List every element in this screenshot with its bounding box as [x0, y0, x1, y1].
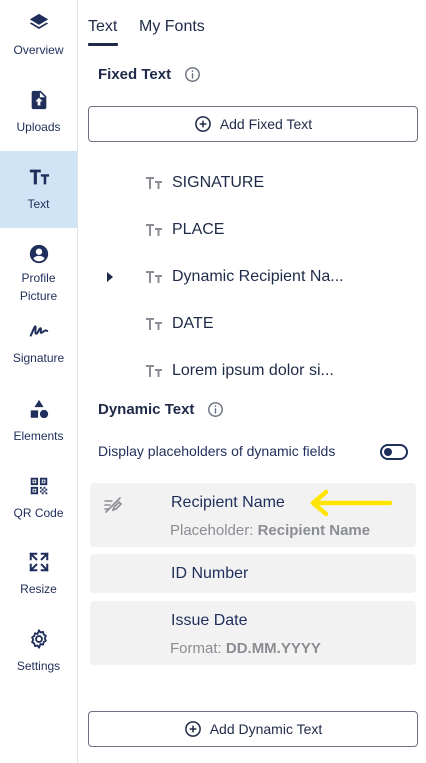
layers-icon	[29, 13, 48, 29]
sidebar-item-label: Profile Picture	[19, 271, 58, 303]
qr-code-icon	[30, 477, 47, 495]
fixed-text-label: DATE	[172, 315, 214, 332]
text-tt-icon	[146, 318, 162, 330]
list-item-fixed-text[interactable]: PLACE	[100, 214, 410, 246]
sidebar-item-label: Text	[27, 197, 50, 211]
sidebar-item-label: Elements	[13, 429, 64, 443]
dynamic-field-card[interactable]: ID Number	[90, 554, 416, 593]
shapes-icon	[30, 399, 48, 419]
upload-file-icon	[31, 90, 46, 110]
list-item-fixed-text[interactable]: SIGNATURE	[100, 167, 410, 199]
text-tt-icon	[146, 177, 162, 189]
sidebar-item-label: QR Code	[13, 506, 64, 520]
dynamic-field-format: Format: DD.MM.YYYY	[170, 640, 321, 657]
account-circle-icon	[29, 244, 48, 264]
fixed-text-title: Fixed Text	[98, 66, 172, 83]
text-tt-icon	[146, 224, 162, 236]
dynamic-field-card[interactable]: Issue Date Format: DD.MM.YYYY	[90, 601, 416, 665]
sidebar-item-text[interactable]: Text	[0, 151, 77, 228]
list-item-fixed-text[interactable]: Lorem ipsum dolor si...	[100, 355, 410, 387]
list-item-fixed-text[interactable]: DATE	[100, 308, 410, 340]
text-tt-icon	[146, 365, 162, 377]
placeholder-value: Recipient Name	[257, 522, 371, 539]
sidebar-item-qr-code[interactable]: QR Code	[0, 475, 77, 541]
sidebar-item-label: Resize	[20, 582, 57, 596]
add-fixed-text-button[interactable]: Add Fixed Text	[88, 106, 418, 142]
list-item-fixed-text[interactable]: Dynamic Recipient Na...	[100, 261, 410, 293]
signature-icon	[29, 325, 48, 337]
active-tab-indicator	[88, 43, 118, 46]
sidebar-item-elements[interactable]: Elements	[0, 398, 77, 464]
sidebar-item-signature[interactable]: Signature	[0, 320, 77, 380]
sidebar-item-label: Overview	[13, 43, 64, 57]
fixed-text-label: Lorem ipsum dolor si...	[172, 362, 334, 379]
sidebar-item-settings[interactable]: Settings	[0, 628, 77, 694]
add-dynamic-text-label: Add Dynamic Text	[209, 721, 323, 737]
sidebar-item-label: Settings	[16, 659, 61, 673]
dynamic-text-title: Dynamic Text	[98, 401, 195, 418]
fixed-text-label: PLACE	[172, 221, 225, 238]
edit-off-icon[interactable]	[104, 497, 122, 513]
gear-icon	[30, 629, 47, 649]
display-placeholders-toggle[interactable]	[380, 444, 408, 460]
add-circle-icon	[184, 721, 201, 737]
sidebar-item-overview[interactable]: Overview	[0, 12, 77, 78]
info-icon[interactable]	[184, 66, 201, 83]
fixed-text-label: SIGNATURE	[172, 174, 265, 191]
resize-icon	[28, 552, 49, 572]
display-placeholders-label: Display placeholders of dynamic fields	[98, 443, 336, 459]
highlight-arrow-icon	[310, 489, 392, 517]
text-tt-icon	[146, 271, 162, 283]
fixed-text-label: Dynamic Recipient Na...	[172, 268, 344, 285]
format-key: Format:	[170, 640, 222, 657]
sidebar-item-uploads[interactable]: Uploads	[0, 89, 77, 155]
add-circle-icon	[194, 116, 211, 132]
dynamic-field-name: ID Number	[171, 565, 249, 582]
add-fixed-text-label: Add Fixed Text	[219, 116, 313, 132]
dynamic-field-name: Issue Date	[171, 612, 248, 629]
toggle-knob	[384, 448, 392, 456]
placeholder-key: Placeholder:	[170, 522, 254, 539]
info-icon[interactable]	[207, 401, 224, 418]
sidebar-item-label: Signature	[12, 351, 65, 365]
add-dynamic-text-button[interactable]: Add Dynamic Text	[88, 711, 418, 747]
sidebar-item-label: Uploads	[16, 120, 61, 134]
format-value: DD.MM.YYYY	[225, 640, 321, 657]
text-tt-icon	[29, 169, 49, 185]
dynamic-field-placeholder: Placeholder: Recipient Name	[170, 522, 370, 539]
sidebar-item-resize[interactable]: Resize	[0, 551, 77, 617]
tab-my-fonts[interactable]: My Fonts	[139, 18, 205, 36]
dynamic-field-name: Recipient Name	[171, 494, 285, 511]
sidebar-item-profile-picture[interactable]: Profile Picture	[0, 243, 77, 313]
sidebar: Overview Uploads Text Profile Picture Si…	[0, 0, 78, 763]
caret-right-icon[interactable]	[106, 272, 114, 282]
tab-text[interactable]: Text	[88, 18, 117, 36]
